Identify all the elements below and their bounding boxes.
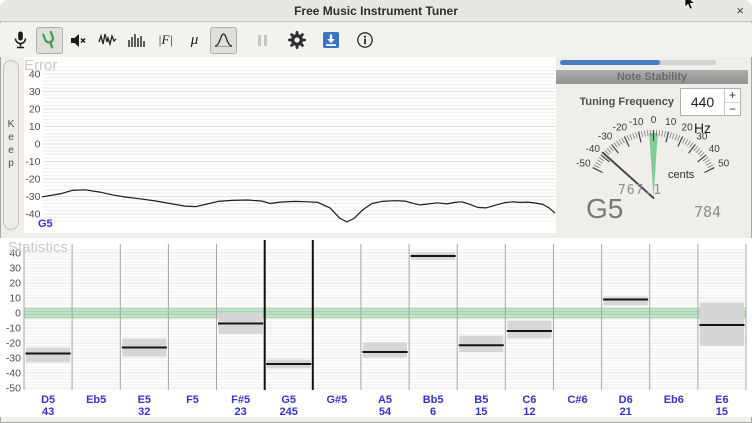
svg-text:G5: G5 [281,394,296,406]
svg-text:Eb5: Eb5 [86,394,106,406]
svg-text:30: 30 [29,86,41,98]
svg-text:F5: F5 [186,394,199,406]
cents-unit-label: cents [668,169,694,181]
increment-button[interactable]: + [725,89,740,103]
svg-text:10: 10 [9,293,21,305]
app-window: Free Music Instrument Tuner × [0,0,752,423]
svg-text:0: 0 [15,308,21,320]
microphone-button[interactable] [7,27,34,54]
statistics-chart-panel: Statistics 403020100-10-20-30-40-50D543E… [0,238,752,417]
svg-text:-50: -50 [576,158,591,169]
microphone-icon [10,30,31,51]
svg-text:F#5: F#5 [231,394,250,406]
fourier-transform-icon: |F| [158,32,173,48]
gear-icon [286,29,308,51]
mu-icon: μ [191,32,199,49]
svg-text:23: 23 [234,406,246,417]
toolbar: |F| μ [0,23,752,57]
fourier-button[interactable]: |F| [152,27,179,54]
svg-text:C6: C6 [522,394,536,406]
gaussian-button[interactable] [210,27,237,54]
svg-text:10: 10 [29,121,41,133]
note-stability-progress-fill [560,60,660,65]
svg-text:-50: -50 [6,383,21,395]
svg-text:-10: -10 [25,156,40,168]
save-button[interactable] [317,27,344,54]
info-icon [355,30,375,50]
keep-button[interactable]: Keep [3,60,19,230]
statistics-mu-button[interactable]: μ [181,27,208,54]
svg-text:20: 20 [9,278,21,290]
target-frequency-display: 784 [694,203,746,221]
svg-text:10: 10 [665,117,677,128]
note-stability-progressbar [560,60,716,65]
current-note-label: G5 [38,218,53,230]
close-icon[interactable]: × [736,0,744,21]
statistics-boxplot-chart: 403020100-10-20-30-40-50D543Eb5E532F5F#5… [0,238,752,417]
svg-text:-10: -10 [629,117,644,128]
error-line-chart: 403020100-10-20-30-40 [24,57,556,233]
note-stability-header: Note Stability [556,70,748,84]
error-chart-title: Error [24,57,57,74]
waveform-button[interactable] [94,27,121,54]
title-bar: Free Music Instrument Tuner × [0,0,752,22]
settings-button[interactable] [283,27,310,54]
svg-text:6: 6 [430,406,436,417]
pause-button [249,27,276,54]
svg-text:15: 15 [475,406,487,417]
pause-icon [252,30,273,51]
svg-text:D6: D6 [619,394,633,406]
svg-text:A5: A5 [378,394,392,406]
error-chart-panel: Error 403020100-10-20-30-40 G5 [24,57,556,233]
svg-text:30: 30 [9,263,21,275]
svg-text:B5: B5 [474,394,488,406]
svg-text:Bb5: Bb5 [423,394,444,406]
svg-text:-10: -10 [6,323,21,335]
svg-text:-30: -30 [598,132,613,143]
svg-text:245: 245 [280,406,298,417]
mute-button[interactable] [65,27,92,54]
svg-text:54: 54 [379,406,392,417]
svg-text:D5: D5 [41,394,55,406]
svg-text:E5: E5 [138,394,151,406]
svg-text:-30: -30 [25,191,40,203]
svg-text:-40: -40 [586,144,601,155]
waveform-icon [97,30,118,51]
svg-text:21: 21 [620,406,632,417]
svg-text:-20: -20 [613,123,628,134]
svg-text:-20: -20 [6,338,21,350]
info-button[interactable] [351,27,378,54]
svg-text:40: 40 [709,144,721,155]
spectrum-bars-icon [126,30,147,51]
tuner-side-panel: Note Stability Tuning Frequency 440 Hz +… [556,55,752,235]
svg-text:50: 50 [718,158,730,169]
gaussian-curve-icon [213,30,234,51]
svg-text:20: 20 [29,104,41,116]
svg-text:Eb6: Eb6 [664,394,684,406]
tuning-frequency-label: Tuning Frequency [556,96,674,108]
svg-text:32: 32 [138,406,150,417]
svg-text:20: 20 [682,123,694,134]
svg-text:0: 0 [35,139,41,151]
svg-text:15: 15 [716,406,728,417]
tuning-fork-icon [39,30,60,51]
svg-text:0: 0 [651,115,657,126]
svg-text:C#6: C#6 [567,394,587,406]
svg-text:G#5: G#5 [327,394,348,406]
svg-text:12: 12 [523,406,535,417]
mouse-cursor [684,0,698,11]
statistics-chart-title: Statistics [8,239,68,256]
svg-text:E6: E6 [715,394,728,406]
window-title: Free Music Instrument Tuner [0,0,752,22]
tuner-button[interactable] [36,27,63,54]
svg-text:-40: -40 [6,368,21,380]
detected-note-display: G5 [586,193,623,225]
svg-text:30: 30 [696,132,708,143]
speaker-mute-icon [68,30,89,51]
svg-text:-30: -30 [6,353,21,365]
svg-text:43: 43 [42,406,54,417]
svg-text:-20: -20 [25,174,40,186]
save-download-icon [322,31,340,49]
spectrum-button[interactable] [123,27,150,54]
